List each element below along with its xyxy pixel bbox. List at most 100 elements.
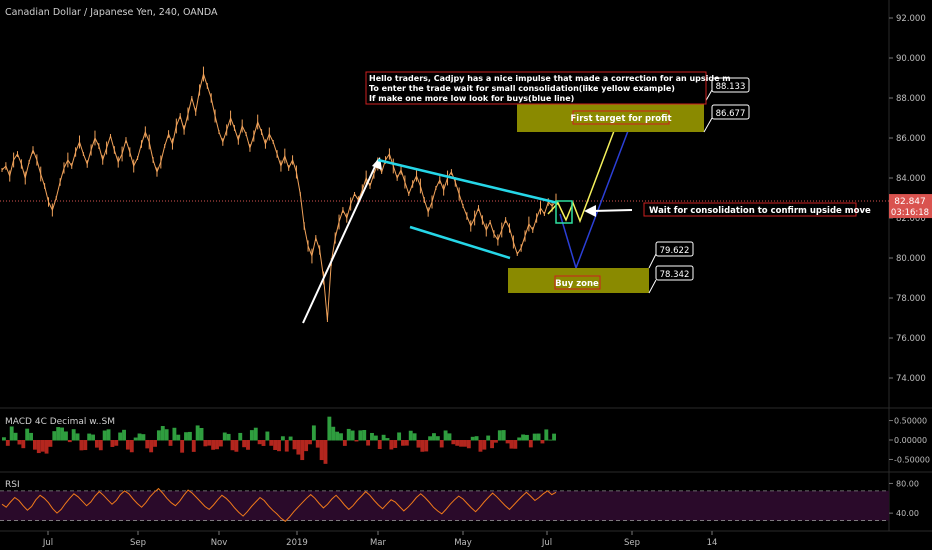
macd-bar [404,440,409,446]
macd-bar [215,440,219,450]
wait-arrow[interactable] [591,209,633,212]
macd-bar [187,431,192,441]
macd-bar [280,436,285,441]
chart-canvas[interactable]: Canadian Dollar / Japanese Yen, 240, OAN… [0,0,932,550]
macd-bar [319,440,324,461]
macd-bar [331,426,336,441]
macd-bar [129,440,134,453]
chart-title: Canadian Dollar / Japanese Yen, 240, OAN… [5,7,218,18]
macd-bar [517,437,522,441]
macd-bar [532,433,537,441]
buy-zone-label: Buy zone [555,279,599,289]
macd-bar [273,440,278,450]
macd-bar [261,440,266,446]
macd-bar [296,440,301,455]
macd-bar [350,430,355,441]
macd-bar [432,433,436,441]
macd-bar [91,434,95,441]
macd-bar [377,440,382,449]
macd-bar [106,429,111,441]
macd-bar [191,440,196,452]
macd-bar [354,440,359,442]
macd-bar [234,440,239,452]
callout-79622-text: 79.622 [660,246,690,256]
macd-bar [401,440,405,446]
macd-bar [435,436,440,441]
macd-bar [44,440,49,454]
macd-bar [521,434,526,441]
macd-bar [339,433,343,441]
macd-bar [9,426,14,441]
macd-bar [490,440,495,449]
macd-bar [5,440,10,446]
macd-bar [87,433,92,441]
macd-bar [2,437,6,441]
macd-bar [25,428,30,441]
macd-bar [32,440,37,450]
time-tick-label: 14 [707,538,718,548]
macd-bar [474,436,479,441]
macd-bar [269,440,274,446]
chart-window[interactable]: Canadian Dollar / Japanese Yen, 240, OAN… [0,0,932,550]
macd-bar [443,430,448,441]
macd-bar [218,440,223,447]
price-tick-label: 74.000 [896,374,926,384]
time-tick-label: Jul [541,538,552,548]
time-tick-label: Mar [370,538,387,548]
price-tick-label: 92.000 [896,14,926,24]
macd-bar [164,429,169,441]
macd-bar [482,440,487,450]
macd-bar [455,440,460,446]
macd-bar [513,440,518,449]
macd-bar [466,440,471,449]
callout-88133-text: 88.133 [716,82,746,92]
macd-bar [156,430,161,441]
macd-bar [486,435,491,441]
macd-bar [79,440,84,451]
macd-bar [122,429,126,441]
macd-bar [180,440,185,453]
macd-bar [536,433,541,441]
macd-bar [540,440,545,444]
macd-bar [133,437,138,441]
macd-bar [439,440,444,448]
macd-bar [160,426,165,441]
annotation-line-1: Hello traders, Cadjpy has a nice impulse… [369,74,731,83]
rsi-band [0,490,889,521]
macd-bar [528,440,533,448]
macd-bar [71,429,76,441]
macd-bar [195,425,200,441]
macd-bar [327,416,332,441]
macd-bar [335,431,340,441]
macd-bar [315,440,320,448]
macd-bar [548,439,553,441]
macd-bar [199,427,204,441]
rsi-title: RSI [5,480,20,490]
macd-bar [420,440,425,452]
macd-bar [416,440,421,448]
macd-bar [222,432,227,441]
macd-bar [277,440,281,452]
macd-bar [389,440,394,450]
macd-bar [21,440,26,449]
price-tick-label: 80.000 [896,254,926,264]
macd-bar [40,440,45,452]
macd-bar [145,440,150,449]
macd-bar [397,432,402,441]
time-tick-label: Sep [624,538,640,548]
price-tick-label: 76.000 [896,334,926,344]
macd-bar [67,440,72,443]
macd-bar [370,432,374,441]
macd-bar [478,440,483,452]
time-tick-label: Nov [211,538,228,548]
macd-bar [346,428,351,441]
macd-bar [203,440,208,447]
macd-bar [75,433,80,441]
price-tick-label: 90.000 [896,54,926,64]
macd-bar [184,432,188,441]
macd-bar [544,429,549,441]
macd-bar [149,440,154,453]
macd-bar [265,431,270,441]
macd-bar [141,434,146,441]
macd-axis: 0.50000 0.00000 -0.50000 [889,417,930,464]
